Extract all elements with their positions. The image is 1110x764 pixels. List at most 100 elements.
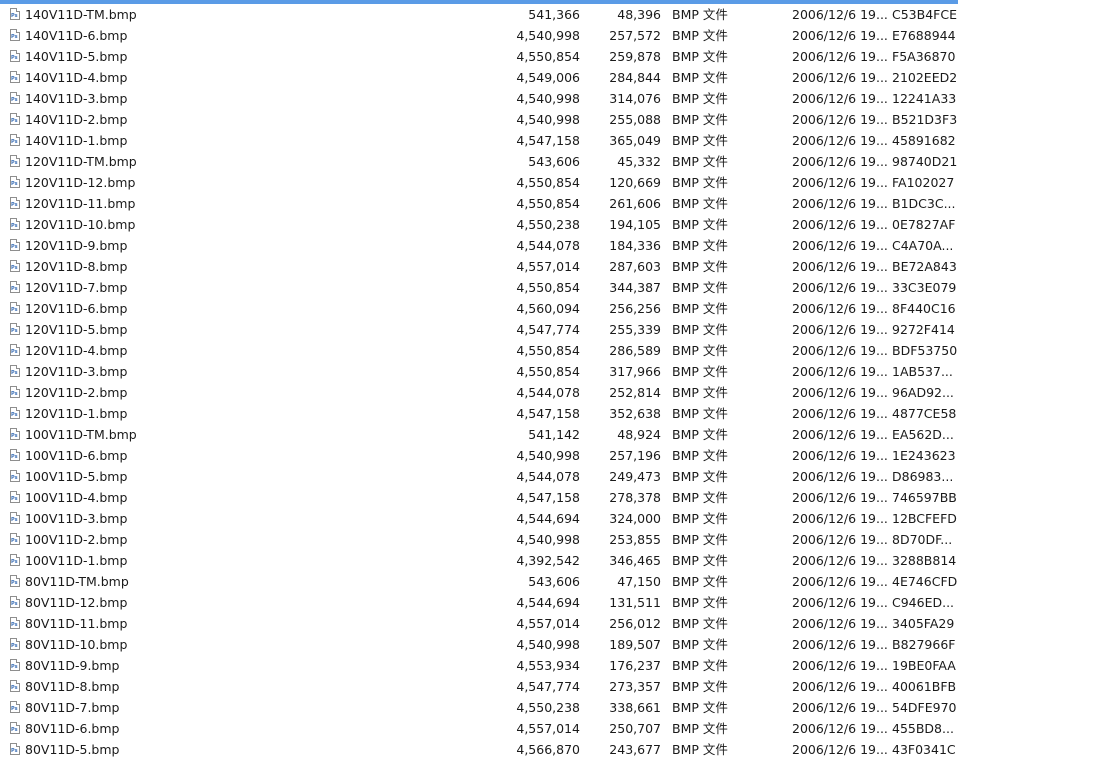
file-row[interactable]: Ps 140V11D-2.bmp 4,540,998 255,088 BMP 文… bbox=[0, 109, 1110, 130]
file-row[interactable]: Ps 80V11D-12.bmp 4,544,694 131,511 BMP 文… bbox=[0, 592, 1110, 613]
file-row[interactable]: Ps 120V11D-2.bmp 4,544,078 252,814 BMP 文… bbox=[0, 382, 1110, 403]
file-row[interactable]: Ps 120V11D-1.bmp 4,547,158 352,638 BMP 文… bbox=[0, 403, 1110, 424]
file-size: 4,550,238 bbox=[516, 217, 580, 232]
file-modified-date: 2006/12/6 19... bbox=[792, 70, 888, 85]
file-size: 4,547,158 bbox=[516, 406, 580, 421]
file-row[interactable]: Ps 100V11D-5.bmp 4,544,078 249,473 BMP 文… bbox=[0, 466, 1110, 487]
file-type: BMP 文件 bbox=[672, 427, 728, 442]
photoshop-bmp-file-icon: Ps bbox=[10, 470, 20, 482]
file-row[interactable]: Ps 140V11D-5.bmp 4,550,854 259,878 BMP 文… bbox=[0, 46, 1110, 67]
file-packed-size: 131,511 bbox=[609, 595, 661, 610]
file-crc: 3288B814 bbox=[892, 553, 957, 568]
file-row[interactable]: Ps 100V11D-3.bmp 4,544,694 324,000 BMP 文… bbox=[0, 508, 1110, 529]
file-size: 4,540,998 bbox=[516, 28, 580, 43]
file-size: 4,550,854 bbox=[516, 364, 580, 379]
icon-label: Ps bbox=[11, 727, 18, 733]
file-size: 4,566,870 bbox=[516, 742, 580, 757]
file-row[interactable]: Ps 120V11D-TM.bmp 543,606 45,332 BMP 文件 … bbox=[0, 151, 1110, 172]
icon-label: Ps bbox=[11, 496, 18, 502]
icon-label: Ps bbox=[11, 349, 18, 355]
icon-label: Ps bbox=[11, 265, 18, 271]
file-row[interactable]: Ps 120V11D-7.bmp 4,550,854 344,387 BMP 文… bbox=[0, 277, 1110, 298]
file-row[interactable]: Ps 140V11D-4.bmp 4,549,006 284,844 BMP 文… bbox=[0, 67, 1110, 88]
file-type: BMP 文件 bbox=[672, 637, 728, 652]
file-crc: 40061BFB bbox=[892, 679, 957, 694]
file-row[interactable]: Ps 120V11D-6.bmp 4,560,094 256,256 BMP 文… bbox=[0, 298, 1110, 319]
file-crc: C4A70A... bbox=[892, 238, 954, 253]
file-row[interactable]: Ps 140V11D-1.bmp 4,547,158 365,049 BMP 文… bbox=[0, 130, 1110, 151]
file-row[interactable]: Ps 100V11D-1.bmp 4,392,542 346,465 BMP 文… bbox=[0, 550, 1110, 571]
file-name: 140V11D-3.bmp bbox=[25, 91, 128, 106]
photoshop-bmp-file-icon: Ps bbox=[10, 701, 20, 713]
file-row[interactable]: Ps 140V11D-6.bmp 4,540,998 257,572 BMP 文… bbox=[0, 25, 1110, 46]
file-packed-size: 45,332 bbox=[617, 154, 661, 169]
file-row[interactable]: Ps 100V11D-4.bmp 4,547,158 278,378 BMP 文… bbox=[0, 487, 1110, 508]
file-row[interactable]: Ps 120V11D-4.bmp 4,550,854 286,589 BMP 文… bbox=[0, 340, 1110, 361]
icon-label: Ps bbox=[11, 475, 18, 481]
file-crc: 1E243623 bbox=[892, 448, 956, 463]
file-row[interactable]: Ps 80V11D-10.bmp 4,540,998 189,507 BMP 文… bbox=[0, 634, 1110, 655]
file-row[interactable]: Ps 120V11D-11.bmp 4,550,854 261,606 BMP … bbox=[0, 193, 1110, 214]
file-name: 100V11D-3.bmp bbox=[25, 511, 128, 526]
file-row[interactable]: Ps 80V11D-6.bmp 4,557,014 250,707 BMP 文件… bbox=[0, 718, 1110, 739]
photoshop-bmp-file-icon: Ps bbox=[10, 554, 20, 566]
file-packed-size: 352,638 bbox=[609, 406, 661, 421]
file-row[interactable]: Ps 120V11D-3.bmp 4,550,854 317,966 BMP 文… bbox=[0, 361, 1110, 382]
file-type: BMP 文件 bbox=[672, 175, 728, 190]
file-packed-size: 324,000 bbox=[609, 511, 661, 526]
file-row[interactable]: Ps 120V11D-5.bmp 4,547,774 255,339 BMP 文… bbox=[0, 319, 1110, 340]
file-row[interactable]: Ps 140V11D-TM.bmp 541,366 48,396 BMP 文件 … bbox=[0, 4, 1110, 25]
file-name: 80V11D-12.bmp bbox=[25, 595, 128, 610]
file-size: 543,606 bbox=[528, 154, 580, 169]
file-row[interactable]: Ps 100V11D-2.bmp 4,540,998 253,855 BMP 文… bbox=[0, 529, 1110, 550]
file-row[interactable]: Ps 120V11D-9.bmp 4,544,078 184,336 BMP 文… bbox=[0, 235, 1110, 256]
photoshop-bmp-file-icon: Ps bbox=[10, 596, 20, 608]
file-crc: 12241A33 bbox=[892, 91, 957, 106]
photoshop-bmp-file-icon: Ps bbox=[10, 281, 20, 293]
icon-label: Ps bbox=[11, 664, 18, 670]
photoshop-bmp-file-icon: Ps bbox=[10, 302, 20, 314]
file-row[interactable]: Ps 80V11D-TM.bmp 543,606 47,150 BMP 文件 2… bbox=[0, 571, 1110, 592]
icon-label: Ps bbox=[11, 13, 18, 19]
file-row[interactable]: Ps 120V11D-12.bmp 4,550,854 120,669 BMP … bbox=[0, 172, 1110, 193]
file-modified-date: 2006/12/6 19... bbox=[792, 49, 888, 64]
file-type: BMP 文件 bbox=[672, 448, 728, 463]
file-name: 100V11D-4.bmp bbox=[25, 490, 128, 505]
file-name: 140V11D-TM.bmp bbox=[25, 7, 137, 22]
file-name: 100V11D-2.bmp bbox=[25, 532, 128, 547]
file-name: 80V11D-6.bmp bbox=[25, 721, 120, 736]
file-packed-size: 176,237 bbox=[609, 658, 661, 673]
file-name: 120V11D-2.bmp bbox=[25, 385, 128, 400]
file-packed-size: 259,878 bbox=[609, 49, 661, 64]
file-modified-date: 2006/12/6 19... bbox=[792, 469, 888, 484]
icon-label: Ps bbox=[11, 76, 18, 82]
file-row[interactable]: Ps 120V11D-10.bmp 4,550,238 194,105 BMP … bbox=[0, 214, 1110, 235]
file-type: BMP 文件 bbox=[672, 7, 728, 22]
icon-label: Ps bbox=[11, 685, 18, 691]
file-name: 120V11D-4.bmp bbox=[25, 343, 128, 358]
file-row[interactable]: Ps 140V11D-3.bmp 4,540,998 314,076 BMP 文… bbox=[0, 88, 1110, 109]
icon-label: Ps bbox=[11, 538, 18, 544]
file-row[interactable]: Ps 100V11D-TM.bmp 541,142 48,924 BMP 文件 … bbox=[0, 424, 1110, 445]
file-row[interactable]: Ps 80V11D-8.bmp 4,547,774 273,357 BMP 文件… bbox=[0, 676, 1110, 697]
file-name: 80V11D-5.bmp bbox=[25, 742, 120, 757]
file-row[interactable]: Ps 80V11D-7.bmp 4,550,238 338,661 BMP 文件… bbox=[0, 697, 1110, 718]
photoshop-bmp-file-icon: Ps bbox=[10, 71, 20, 83]
file-crc: 54DFE970 bbox=[892, 700, 957, 715]
file-name: 120V11D-10.bmp bbox=[25, 217, 136, 232]
file-modified-date: 2006/12/6 19... bbox=[792, 721, 888, 736]
file-modified-date: 2006/12/6 19... bbox=[792, 322, 888, 337]
photoshop-bmp-file-icon: Ps bbox=[10, 491, 20, 503]
file-row[interactable]: Ps 80V11D-11.bmp 4,557,014 256,012 BMP 文… bbox=[0, 613, 1110, 634]
photoshop-bmp-file-icon: Ps bbox=[10, 176, 20, 188]
file-row[interactable]: Ps 80V11D-9.bmp 4,553,934 176,237 BMP 文件… bbox=[0, 655, 1110, 676]
file-modified-date: 2006/12/6 19... bbox=[792, 217, 888, 232]
file-row[interactable]: Ps 120V11D-8.bmp 4,557,014 287,603 BMP 文… bbox=[0, 256, 1110, 277]
file-packed-size: 256,012 bbox=[609, 616, 661, 631]
file-modified-date: 2006/12/6 19... bbox=[792, 196, 888, 211]
file-packed-size: 261,606 bbox=[609, 196, 661, 211]
file-type: BMP 文件 bbox=[672, 658, 728, 673]
file-row[interactable]: Ps 80V11D-5.bmp 4,566,870 243,677 BMP 文件… bbox=[0, 739, 1110, 760]
file-row[interactable]: Ps 100V11D-6.bmp 4,540,998 257,196 BMP 文… bbox=[0, 445, 1110, 466]
file-type: BMP 文件 bbox=[672, 70, 728, 85]
